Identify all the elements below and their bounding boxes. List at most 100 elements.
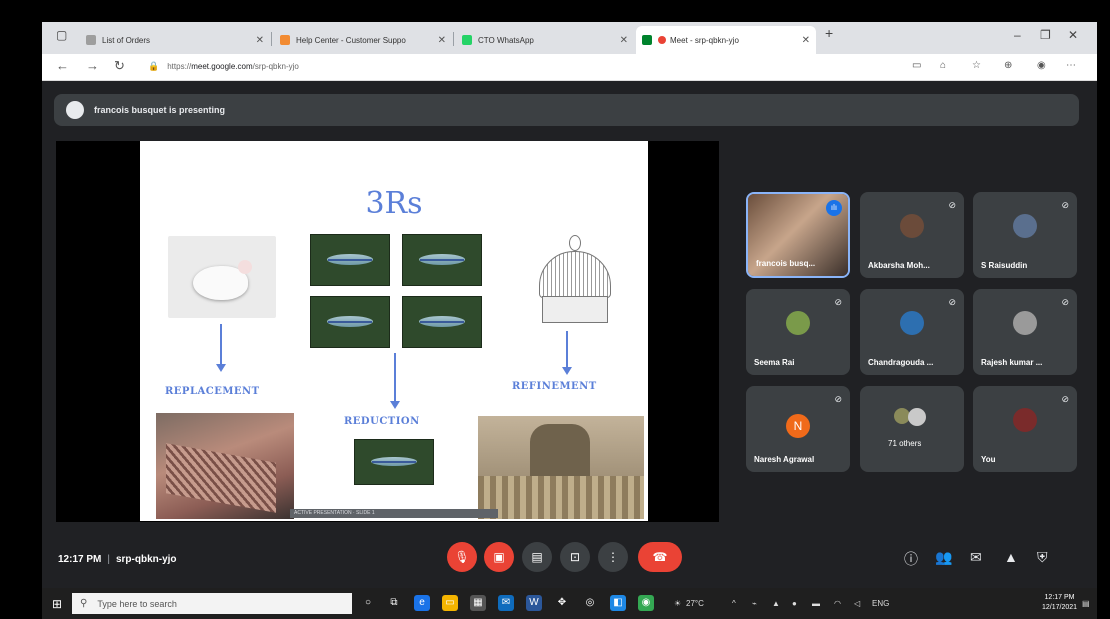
more-options-button[interactable]: ⋮ xyxy=(598,542,628,572)
document-icon xyxy=(86,35,96,45)
taskbar-search-input[interactable]: ⚲ Type here to search xyxy=(72,593,352,614)
forward-icon[interactable]: → xyxy=(86,58,99,73)
windows-start-icon[interactable]: ⊞ xyxy=(52,597,62,611)
black-border-left xyxy=(0,0,42,619)
lock-icon: 🔒 xyxy=(148,61,160,71)
tab-divider xyxy=(271,32,272,46)
participant-tile[interactable]: ⊘ N Naresh Agrawal xyxy=(746,386,850,472)
task-view-icon[interactable]: ⧉ xyxy=(386,595,402,611)
back-icon[interactable]: ← xyxy=(56,58,69,73)
arrow-reduction xyxy=(394,353,396,403)
arrow-refinement xyxy=(566,331,568,369)
participant-tile[interactable]: ⊘ Rajesh kumar ... xyxy=(973,289,1077,375)
leave-call-button[interactable]: ☎ xyxy=(638,542,682,572)
minimize-icon[interactable]: – xyxy=(1014,28,1021,42)
meet-icon xyxy=(642,35,652,45)
url-host: meet.google.com xyxy=(191,62,253,71)
black-border-right xyxy=(1097,0,1110,619)
word-icon[interactable]: W xyxy=(526,595,542,611)
taskbar-clock[interactable]: 12:17 PM 12/17/2021 xyxy=(1042,593,1077,613)
whatsapp-icon xyxy=(462,35,472,45)
app-icon[interactable]: ◧ xyxy=(610,595,626,611)
participant-name: 71 others xyxy=(888,439,922,448)
tray-app-icon: ▲ xyxy=(772,599,780,608)
activities-icon[interactable]: ▲ xyxy=(1004,549,1018,565)
close-icon[interactable]: ✕ xyxy=(438,35,446,46)
mic-off-icon: 🎙 xyxy=(454,550,470,564)
camera-toggle-button[interactable]: ▣ xyxy=(484,542,514,572)
collections-icon[interactable]: ⊕ xyxy=(1004,60,1012,71)
battery-icon: ▬ xyxy=(812,599,820,608)
url-scheme: https:// xyxy=(167,62,192,71)
refresh-icon[interactable]: ↻ xyxy=(114,58,125,74)
captions-button[interactable]: ▤ xyxy=(522,542,552,572)
engraving-image xyxy=(478,416,644,519)
clock-time: 12:17 PM xyxy=(1044,594,1075,601)
reader-icon[interactable]: ⌂ xyxy=(940,60,946,71)
participant-tile-self[interactable]: ⊘ You xyxy=(973,386,1077,472)
participant-name: Akbarsha Moh... xyxy=(868,261,930,270)
participant-tile[interactable]: ⊘ S Raisuddin xyxy=(973,192,1077,278)
help-center-icon xyxy=(280,35,290,45)
present-button[interactable]: ⊡ xyxy=(560,542,590,572)
participant-tile[interactable]: ılı francois busq... xyxy=(746,192,850,278)
participant-tile[interactable]: ⊘ Seema Rai xyxy=(746,289,850,375)
label-reduction: REDUCTION xyxy=(344,416,420,427)
tray-chevron-icon[interactable]: ^ xyxy=(732,599,736,608)
restore-icon[interactable]: ❐ xyxy=(1040,28,1051,42)
host-controls-icon[interactable]: ⛨ xyxy=(1037,549,1048,566)
shared-slide: 3Rs REPLACEMENT REDUCTION REFINEMENT ACT… xyxy=(140,141,648,521)
tab-whatsapp[interactable]: CTO WhatsApp ✕ xyxy=(456,26,634,54)
favorite-icon[interactable]: ☆ xyxy=(972,60,981,71)
new-tab-icon[interactable]: + xyxy=(825,25,833,41)
store-icon[interactable]: ▦ xyxy=(470,595,486,611)
windows-taskbar: ⊞ ⚲ Type here to search ○ ⧉ e ▭ ▦ ✉ W ✥ … xyxy=(42,588,1097,619)
close-icon[interactable]: ✕ xyxy=(620,35,628,46)
tab-list-of-orders[interactable]: List of Orders ✕ xyxy=(80,26,270,54)
profile-icon[interactable]: ◉ xyxy=(1037,60,1046,71)
participant-name: Seema Rai xyxy=(754,358,795,367)
cortana-icon[interactable]: ○ xyxy=(360,595,376,611)
chat-icon[interactable]: ✉ xyxy=(970,549,982,566)
tab-help-center[interactable]: Help Center - Customer Suppo ✕ xyxy=(274,26,452,54)
window-close-icon[interactable]: ✕ xyxy=(1068,28,1078,42)
speaking-indicator-icon: ılı xyxy=(826,200,842,216)
participant-tile[interactable]: ⊘ Akbarsha Moh... xyxy=(860,192,964,278)
others-tile[interactable]: 71 others xyxy=(860,386,964,472)
tab-title: Help Center - Customer Suppo xyxy=(296,35,406,45)
close-icon[interactable]: ✕ xyxy=(256,35,264,46)
slide-caption-bar: ACTIVE PRESENTATION · SLIDE 1 xyxy=(290,509,498,518)
avatar xyxy=(908,408,926,426)
label-replacement: REPLACEMENT xyxy=(165,386,260,397)
chrome-icon[interactable]: ◎ xyxy=(582,595,598,611)
presentation-stage[interactable]: 3Rs REPLACEMENT REDUCTION REFINEMENT ACT… xyxy=(56,141,719,522)
fish-image xyxy=(354,439,434,485)
mail-icon[interactable]: ✉ xyxy=(498,595,514,611)
participant-tile[interactable]: ⊘ Chandragouda ... xyxy=(860,289,964,375)
dropbox-icon[interactable]: ✥ xyxy=(554,595,570,611)
meeting-info: 12:17 PM | srp-qbkn-yjo xyxy=(58,554,177,565)
weather-text: 27°C xyxy=(686,599,704,608)
close-icon[interactable]: ✕ xyxy=(802,35,810,46)
presenting-text: francois busquet is presenting xyxy=(94,105,226,115)
menu-icon[interactable]: ⋯ xyxy=(1066,60,1076,71)
weather-icon: ☀ xyxy=(674,599,682,608)
avatar xyxy=(900,214,924,238)
volume-icon: ◁ xyxy=(854,599,861,608)
url-input[interactable]: 🔒 https://meet.google.com/srp-qbkn-yjo xyxy=(142,57,982,76)
recording-icon xyxy=(658,36,666,44)
mic-toggle-button[interactable]: 🎙 xyxy=(447,542,477,572)
language-indicator[interactable]: ENG xyxy=(872,599,889,608)
tab-strip: ▢ List of Orders ✕ Help Center - Custome… xyxy=(42,22,1097,54)
wifi-icon: ◠ xyxy=(834,599,841,608)
camera-permission-icon[interactable]: ▭ xyxy=(912,60,921,71)
app-icon[interactable]: ◉ xyxy=(638,595,654,611)
edge-app-icon[interactable]: e xyxy=(414,595,430,611)
info-icon[interactable]: ⓘ xyxy=(904,549,918,569)
notifications-icon[interactable]: ▤ xyxy=(1082,599,1090,608)
tab-actions-icon[interactable]: ▢ xyxy=(56,28,67,42)
tab-meet[interactable]: Meet - srp-qbkn-yjo ✕ xyxy=(636,26,816,54)
people-icon[interactable]: 👥 xyxy=(935,549,952,566)
file-explorer-icon[interactable]: ▭ xyxy=(442,595,458,611)
avatar xyxy=(1013,311,1037,335)
